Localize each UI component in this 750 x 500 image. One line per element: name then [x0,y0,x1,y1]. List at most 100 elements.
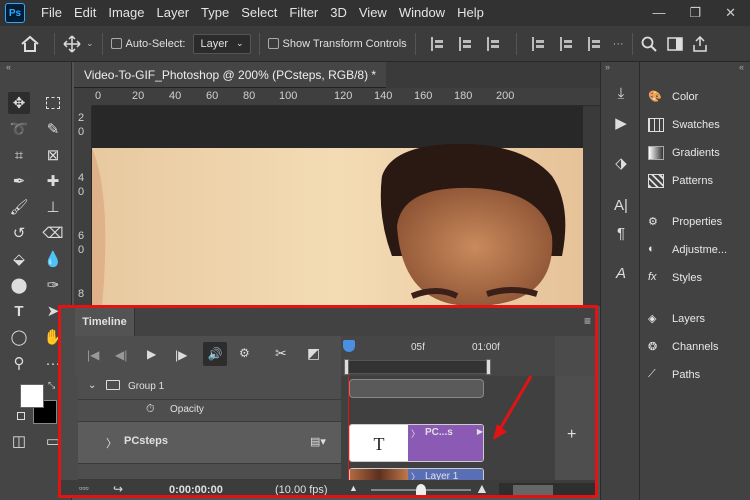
workspace-icon[interactable] [666,36,683,51]
split-scissors-icon[interactable]: ✂ [275,345,287,362]
show-transform-checkbox[interactable] [267,38,279,49]
render-video-icon[interactable]: ↪ [113,482,123,495]
more-options-icon[interactable]: ··· [613,38,624,50]
zoom-in-icon[interactable]: ▲ [475,480,489,495]
panel-layers[interactable]: ◈ Layers [648,312,705,326]
panel-patterns[interactable]: Patterns [648,174,713,188]
film-strip-icon[interactable]: ▤▾ [310,435,326,448]
transition-icon[interactable]: ◩ [307,345,320,362]
collapse-icon[interactable]: » [605,62,610,72]
stamp-tool[interactable]: ⊥ [42,196,64,218]
menu-view[interactable]: View [353,0,393,26]
minimize-button[interactable]: — [652,5,665,21]
panel-adjustments[interactable]: ◐ Adjustme... [648,243,727,257]
menu-help[interactable]: Help [451,0,490,26]
align-middle-icon[interactable] [559,36,574,51]
menu-image[interactable]: Image [102,0,150,26]
text-clip[interactable]: T 〉 PC...s ▶ [349,424,484,462]
group-clip[interactable] [349,379,484,398]
search-icon[interactable] [641,36,657,52]
settings-gear-icon[interactable]: ⚙ [239,346,250,360]
horizontal-scrollbar[interactable] [499,483,595,495]
next-frame-icon[interactable]: |▶ [175,348,187,362]
layer-track-row[interactable] [78,464,341,480]
vertical-scrollbar[interactable] [583,106,600,306]
healing-tool[interactable]: ✚ [42,170,64,192]
chevron-down-icon[interactable]: ⌄ [86,38,94,49]
home-icon[interactable] [20,35,40,53]
close-window-button[interactable]: ✕ [725,5,736,21]
restore-button[interactable]: ❐ [689,5,701,21]
audio-icon[interactable]: 🔊 [203,342,227,366]
align-right-icon[interactable] [486,36,501,51]
work-area-bar[interactable] [347,360,489,374]
photoshop-logo[interactable]: Ps [5,3,25,23]
lasso-tool[interactable]: ➰ [8,118,30,140]
paragraph-panel-icon[interactable]: ¶ [610,222,632,244]
menu-3d[interactable]: 3D [324,0,353,26]
panel-gradients[interactable]: Gradients [648,146,720,160]
playhead-marker[interactable] [343,340,355,352]
scrollbar-thumb[interactable] [513,485,553,495]
character-panel-icon[interactable]: A| [610,194,632,216]
first-frame-icon[interactable]: |◀ [87,348,99,362]
chevron-right-icon[interactable]: 〉 [106,435,117,451]
move-tool[interactable]: ✥ [8,92,30,114]
menu-edit[interactable]: Edit [68,0,102,26]
type-tool[interactable]: T [8,300,30,322]
previous-frame-icon[interactable]: ◀| [115,348,127,362]
panel-properties[interactable]: ⚙ Properties [648,215,722,229]
align-center-icon[interactable] [458,36,473,51]
collapse-icon[interactable]: « [6,62,11,72]
opacity-track-row[interactable]: ⏱ Opacity [78,400,341,422]
share-icon[interactable] [692,35,707,52]
history-brush-tool[interactable]: ↺ [8,222,30,244]
play-icon[interactable]: ▶ [147,347,156,361]
eraser-tool[interactable]: ⌫ [42,222,64,244]
menu-filter[interactable]: Filter [283,0,324,26]
panel-swatches[interactable]: Swatches [648,118,720,132]
swap-colors-icon[interactable]: ⤡ [48,380,55,391]
move-tool-icon[interactable] [63,34,81,53]
chevron-down-icon[interactable]: ⌄ [88,380,96,391]
shape-tool[interactable]: ◯ [8,326,30,348]
actions-panel-icon[interactable]: ▶ [610,112,632,134]
horizontal-ruler[interactable]: 0 20 40 60 80 100 120 140 160 180 200 [92,88,600,106]
collapse-icon[interactable]: « [739,62,744,72]
pen-tool[interactable]: ✑ [42,274,64,296]
timeline-tab[interactable]: Timeline [75,308,135,336]
stopwatch-icon[interactable]: ⏱ [146,403,155,416]
frame-tool[interactable]: ⊠ [42,144,64,166]
layer-track-row[interactable]: 〉 PCsteps ▤▾ [78,422,341,464]
align-bottom-icon[interactable] [587,36,602,51]
panel-menu-icon[interactable]: ≡ [584,314,591,328]
layer-select[interactable]: Layer ⌄ [193,33,251,54]
panel-color[interactable]: 🎨 Color [648,90,698,104]
align-left-icon[interactable] [430,36,445,51]
panel-styles[interactable]: fx Styles [648,271,702,285]
foreground-color-swatch[interactable] [20,384,44,408]
menu-type[interactable]: Type [195,0,235,26]
canvas[interactable] [92,106,600,306]
align-top-icon[interactable] [531,36,546,51]
menu-window[interactable]: Window [393,0,451,26]
clone-source-icon[interactable]: ⬗ [610,152,632,174]
quick-mask-icon[interactable]: ◫ [8,430,30,452]
eyedropper-tool[interactable]: ✒ [8,170,30,192]
group-track-row[interactable]: ⌄ Group 1 [78,376,341,400]
default-colors-icon[interactable] [17,412,25,420]
document-tab[interactable]: Video-To-GIF_Photoshop @ 200% (PCsteps, … [74,62,386,108]
vertical-ruler[interactable]: 2 0 4 0 6 0 8 [74,106,92,306]
quick-select-tool[interactable]: ✎ [42,118,64,140]
brush-tool[interactable]: 🖌 [8,196,30,218]
menu-layer[interactable]: Layer [151,0,196,26]
panel-channels[interactable]: ❂ Channels [648,340,718,354]
marquee-tool[interactable] [42,92,64,114]
history-panel-icon[interactable]: ⤓ [610,82,632,104]
dodge-tool[interactable]: ⬤ [8,274,30,296]
frame-animation-icon[interactable]: ▫▫▫ [79,483,89,493]
zoom-tool[interactable]: ⚲ [8,352,30,374]
crop-tool[interactable]: ⌗ [8,144,30,166]
zoom-out-icon[interactable]: ▲ [349,483,358,493]
auto-select-checkbox[interactable] [110,38,122,49]
